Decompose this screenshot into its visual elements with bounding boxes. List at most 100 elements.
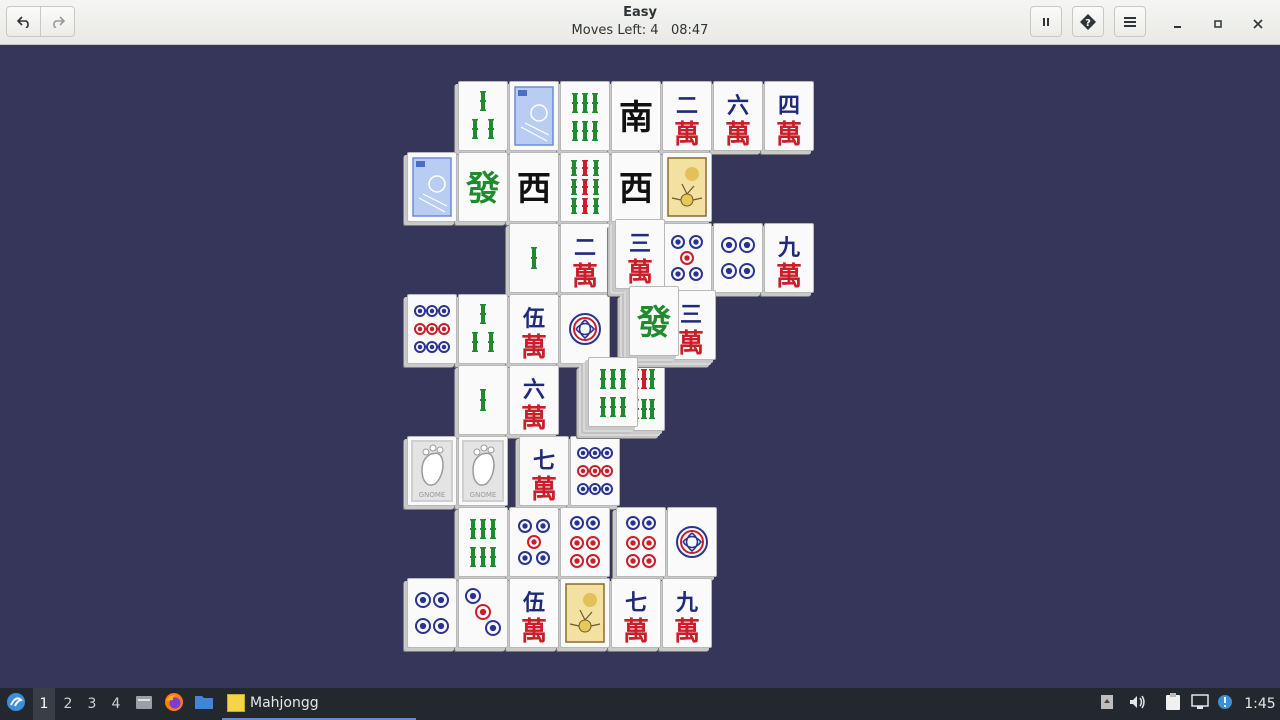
character-face-icon: 二萬 bbox=[572, 235, 598, 291]
taskbar-task-mahjongg[interactable]: Mahjongg bbox=[222, 688, 416, 720]
mahjong-tile-dots[interactable] bbox=[407, 294, 457, 364]
mahjong-tile-character[interactable]: 六萬 bbox=[509, 365, 559, 435]
mahjong-tile-dots[interactable] bbox=[560, 294, 610, 364]
season-face-icon bbox=[514, 86, 554, 146]
mahjong-tile-character[interactable]: 九萬 bbox=[764, 223, 814, 293]
mahjong-tile-dots[interactable] bbox=[667, 507, 718, 577]
character-face-icon: 伍萬 bbox=[521, 306, 547, 362]
network-button[interactable] bbox=[1189, 688, 1211, 720]
character-face-icon: 伍萬 bbox=[521, 590, 547, 646]
mahjong-tile-wind[interactable]: 西 bbox=[509, 152, 559, 222]
moves-left-value: 4 bbox=[650, 23, 659, 38]
window-title: Easy bbox=[623, 5, 657, 20]
mahjong-tile-dots[interactable] bbox=[560, 507, 610, 577]
mahjong-tile-bamboo[interactable] bbox=[509, 223, 559, 293]
mahjong-tile-bamboo[interactable] bbox=[588, 357, 639, 427]
bamboo-face-icon bbox=[531, 247, 537, 269]
firefox-icon bbox=[164, 692, 184, 716]
flower-face-icon bbox=[565, 583, 605, 643]
mahjong-tile-character[interactable]: 六萬 bbox=[713, 81, 763, 151]
mahjong-tile-character[interactable]: 伍萬 bbox=[509, 578, 559, 648]
svg-text:萬: 萬 bbox=[674, 120, 700, 149]
minimize-button[interactable] bbox=[1167, 12, 1189, 34]
mahjong-tile-bamboo[interactable] bbox=[560, 152, 610, 222]
volume-button[interactable] bbox=[1126, 688, 1148, 720]
mahjong-tile-dragon[interactable]: 發 bbox=[458, 152, 508, 222]
mahjong-tile-bamboo[interactable] bbox=[560, 81, 610, 151]
mahjong-tile-flower[interactable] bbox=[560, 578, 610, 648]
svg-text:萬: 萬 bbox=[725, 120, 751, 149]
mahjong-tile-dots[interactable] bbox=[713, 223, 763, 293]
mahjong-tile-character[interactable]: 七萬 bbox=[519, 436, 570, 506]
mahjong-tile-dots[interactable] bbox=[662, 223, 712, 293]
mahjong-tile-bamboo[interactable] bbox=[458, 294, 508, 364]
mahjongg-app-icon bbox=[227, 694, 245, 712]
mahjong-tile-gnome[interactable]: GNOME bbox=[407, 436, 457, 506]
mahjong-tile-dots[interactable] bbox=[570, 436, 621, 506]
svg-text:萬: 萬 bbox=[678, 329, 704, 358]
svg-text:六: 六 bbox=[523, 377, 545, 403]
wind-face-icon: 西 bbox=[619, 169, 653, 209]
workspace-3[interactable]: 3 bbox=[81, 688, 103, 720]
mahjong-tile-character[interactable]: 二萬 bbox=[560, 223, 610, 293]
mahjong-tile-character[interactable]: 四萬 bbox=[764, 81, 814, 151]
start-menu-button[interactable] bbox=[2, 688, 30, 720]
mahjong-tile-wind[interactable]: 西 bbox=[611, 152, 661, 222]
dots-face-icon bbox=[671, 235, 703, 281]
firefox-launcher[interactable] bbox=[162, 688, 186, 720]
workspace-4[interactable]: 4 bbox=[105, 688, 127, 720]
mahjong-tile-season[interactable] bbox=[407, 152, 457, 222]
folder-launcher[interactable] bbox=[192, 688, 216, 720]
flower-face-icon bbox=[667, 157, 707, 217]
notification-button[interactable] bbox=[1214, 688, 1236, 720]
mahjong-tile-character[interactable]: 七萬 bbox=[611, 578, 661, 648]
mahjong-tile-wind[interactable]: 南 bbox=[611, 81, 661, 151]
svg-text:三: 三 bbox=[629, 231, 651, 257]
taskbar: 1 2 3 4 Mahjongg 1:45 bbox=[0, 688, 1280, 720]
maximize-button[interactable] bbox=[1207, 12, 1229, 34]
mahjong-tile-character[interactable]: 伍萬 bbox=[509, 294, 559, 364]
svg-text:萬: 萬 bbox=[627, 258, 653, 287]
workspace-1[interactable]: 1 bbox=[33, 688, 55, 720]
mahjong-tile-bamboo[interactable] bbox=[458, 365, 508, 435]
hint-button[interactable]: ? bbox=[1072, 6, 1104, 37]
close-button[interactable] bbox=[1247, 12, 1269, 34]
mahjong-tile-character[interactable]: 二萬 bbox=[662, 81, 712, 151]
mahjong-tile-season[interactable] bbox=[509, 81, 559, 151]
svg-text:六: 六 bbox=[727, 93, 749, 119]
character-face-icon: 七萬 bbox=[623, 590, 649, 646]
mahjong-tile-bamboo[interactable] bbox=[458, 81, 508, 151]
mahjong-tile-bamboo[interactable] bbox=[458, 507, 508, 577]
svg-text:萬: 萬 bbox=[776, 120, 802, 149]
mahjong-tile-dots[interactable] bbox=[616, 507, 667, 577]
mahjong-tile-dots[interactable] bbox=[407, 578, 457, 648]
dots-face-icon bbox=[577, 447, 614, 495]
mahjong-tile-character[interactable]: 九萬 bbox=[662, 578, 712, 648]
bamboo-face-icon bbox=[470, 519, 496, 567]
mahjong-tile-dots[interactable] bbox=[509, 507, 559, 577]
pause-button[interactable] bbox=[1030, 6, 1062, 37]
mahjong-tile-gnome[interactable]: GNOME bbox=[458, 436, 508, 506]
mahjong-tile-dragon[interactable]: 發 bbox=[629, 286, 680, 356]
svg-text:西: 西 bbox=[619, 169, 653, 209]
gnome-face-icon: GNOME bbox=[411, 440, 453, 502]
svg-text:萬: 萬 bbox=[521, 404, 547, 433]
file-manager-launcher[interactable] bbox=[132, 688, 156, 720]
menu-button[interactable] bbox=[1114, 6, 1146, 37]
svg-text:萬: 萬 bbox=[776, 262, 802, 291]
svg-text:萬: 萬 bbox=[674, 617, 700, 646]
game-timer: 08:47 bbox=[670, 23, 709, 38]
svg-text:萬: 萬 bbox=[572, 262, 598, 291]
mahjong-tile-character[interactable]: 三萬 bbox=[615, 219, 665, 289]
tray-up-button[interactable] bbox=[1098, 688, 1116, 720]
mahjong-tile-dots[interactable] bbox=[458, 578, 508, 648]
mahjong-tile-flower[interactable] bbox=[662, 152, 712, 222]
character-face-icon: 六萬 bbox=[725, 93, 751, 149]
undo-button[interactable] bbox=[6, 6, 41, 37]
workspace-2[interactable]: 2 bbox=[57, 688, 79, 720]
redo-button[interactable] bbox=[40, 6, 75, 37]
svg-text:萬: 萬 bbox=[521, 333, 547, 362]
clipboard-button[interactable] bbox=[1162, 688, 1184, 720]
bamboo-face-icon bbox=[572, 93, 598, 141]
redo-icon bbox=[51, 15, 65, 28]
